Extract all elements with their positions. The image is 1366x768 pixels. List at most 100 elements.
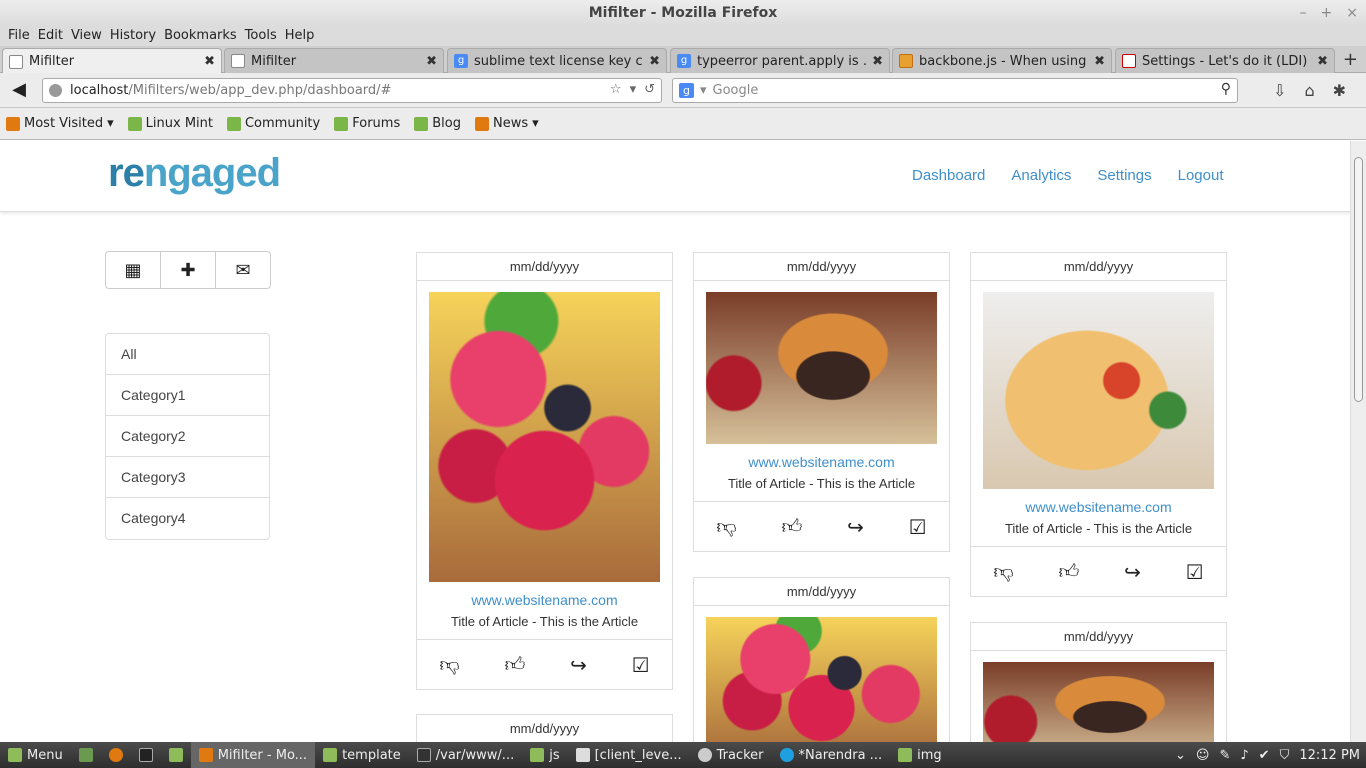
nav-settings[interactable]: Settings <box>1097 167 1151 184</box>
shield-icon[interactable]: ⛉ <box>1280 748 1290 763</box>
scrollbar-thumb[interactable] <box>1354 157 1363 402</box>
quicklaunch-terminal-icon[interactable] <box>131 742 161 768</box>
tab-backbone[interactable]: backbone.js - When using ... ✖ <box>892 48 1112 73</box>
quicklaunch-desktop-icon[interactable] <box>71 742 101 768</box>
bookmark-community[interactable]: Community <box>226 116 320 131</box>
category-4[interactable]: Category4 <box>106 498 269 539</box>
bookmark-news[interactable]: News ▾ <box>474 116 539 131</box>
logo[interactable]: rengaged <box>108 151 281 196</box>
share-icon[interactable]: ↪ <box>847 515 864 539</box>
addon-icon[interactable]: ✱ <box>1333 81 1346 100</box>
task-firefox[interactable]: Mifilter - Mo... <box>190 742 316 768</box>
thumbs-up-icon[interactable]: 👍︎ <box>504 652 525 677</box>
category-all[interactable]: All <box>106 334 269 375</box>
task-skype[interactable]: *Narendra ... <box>772 742 891 768</box>
article-site-link[interactable]: www.websitename.com <box>417 592 672 608</box>
menu-help[interactable]: Help <box>281 26 319 46</box>
maximize-icon[interactable]: + <box>1321 0 1333 26</box>
task-var-www[interactable]: /var/www/... <box>409 742 522 768</box>
start-menu-button[interactable]: Menu <box>0 742 71 768</box>
share-icon[interactable]: ↪ <box>1124 560 1141 584</box>
quicklaunch-firefox-icon[interactable] <box>101 742 131 768</box>
close-tab-icon[interactable]: ✖ <box>426 54 437 69</box>
reload-icon[interactable]: ↺ <box>644 82 655 97</box>
tab-typeerror[interactable]: g typeerror parent.apply is ... ✖ <box>670 48 890 73</box>
article-site-link[interactable]: www.websitename.com <box>694 454 949 470</box>
menu-tools[interactable]: Tools <box>241 26 281 46</box>
menu-file[interactable]: File <box>4 26 34 46</box>
quicklaunch-files-icon[interactable] <box>161 742 191 768</box>
article-image[interactable] <box>983 662 1214 742</box>
card-date: mm/dd/yyyy <box>971 253 1226 281</box>
checkbox-icon[interactable]: ☑ <box>1186 560 1204 584</box>
bookmark-linux-mint[interactable]: Linux Mint <box>127 116 213 131</box>
close-icon[interactable]: × <box>1346 0 1358 26</box>
task-template[interactable]: template <box>315 742 409 768</box>
task-client-level[interactable]: [client_leve... <box>568 742 690 768</box>
bookmark-forums[interactable]: Forums <box>334 116 400 131</box>
close-tab-icon[interactable]: ✖ <box>1094 54 1105 69</box>
star-icon[interactable]: ☆ <box>610 82 622 97</box>
plus-icon[interactable]: ✚ <box>161 252 216 288</box>
thumbs-up-icon[interactable]: 👍︎ <box>781 514 802 539</box>
menu-edit[interactable]: Edit <box>34 26 67 46</box>
menu-view[interactable]: View <box>67 26 106 46</box>
pen-icon[interactable]: ✎ <box>1219 748 1230 763</box>
task-tracker[interactable]: Tracker <box>690 742 772 768</box>
url-bar[interactable]: localhost/Mifilters/web/app_dev.php/dash… <box>42 78 662 103</box>
nav-analytics[interactable]: Analytics <box>1011 167 1071 184</box>
bookmark-most-visited[interactable]: Most Visited ▾ <box>6 116 114 131</box>
tab-mifilter-1[interactable]: Mifilter ✖ <box>2 48 222 74</box>
tab-mifilter-2[interactable]: Mifilter ✖ <box>224 48 444 73</box>
network-icon[interactable]: ⌄ <box>1175 748 1186 763</box>
checkbox-icon[interactable]: ☑ <box>909 515 927 539</box>
volume-icon[interactable]: ♪ <box>1240 748 1248 763</box>
nav-logout[interactable]: Logout <box>1178 167 1224 184</box>
new-tab-icon[interactable]: + <box>1343 50 1358 70</box>
thumbs-down-icon[interactable]: 👎︎ <box>439 652 459 677</box>
close-tab-icon[interactable]: ✖ <box>1317 54 1328 69</box>
category-1[interactable]: Category1 <box>106 375 269 416</box>
bookmark-blog[interactable]: Blog <box>414 116 461 131</box>
share-icon[interactable]: ↪ <box>570 653 587 677</box>
grid-icon[interactable]: ▦ <box>106 252 161 288</box>
tab-sublime[interactable]: g sublime text license key cr... ✖ <box>447 48 667 73</box>
mint-icon <box>334 116 349 131</box>
menu-bookmarks[interactable]: Bookmarks <box>160 26 241 46</box>
google-icon: g <box>679 83 694 98</box>
task-img[interactable]: img <box>890 742 950 768</box>
globe-icon <box>49 84 62 97</box>
article-site-link[interactable]: www.websitename.com <box>971 499 1226 515</box>
home-icon[interactable]: ⌂ <box>1304 81 1314 100</box>
dropdown-icon[interactable]: ▾ <box>630 82 637 97</box>
search-icon[interactable]: ⚲ <box>1221 81 1231 97</box>
thumbs-down-icon[interactable]: 👎︎ <box>993 559 1013 584</box>
category-2[interactable]: Category2 <box>106 416 269 457</box>
article-image[interactable] <box>429 292 660 582</box>
menu-history[interactable]: History <box>106 26 160 46</box>
close-tab-icon[interactable]: ✖ <box>872 54 883 69</box>
article-image[interactable] <box>706 617 937 742</box>
search-bar[interactable]: g ▾ Google ⚲ <box>672 78 1238 103</box>
user-icon[interactable]: ☺ <box>1196 748 1210 763</box>
article-image[interactable] <box>983 292 1214 489</box>
minimize-icon[interactable]: – <box>1300 0 1307 26</box>
tab-settings-ldi[interactable]: Settings - Let's do it (LDI) ... ✖ <box>1115 48 1335 73</box>
clock[interactable]: 12:12 PM <box>1299 748 1360 763</box>
task-js[interactable]: js <box>522 742 567 768</box>
page-scrollbar[interactable] <box>1350 141 1366 742</box>
download-icon[interactable]: ⇩ <box>1273 81 1286 100</box>
dropdown-icon[interactable]: ▾ <box>700 83 707 98</box>
checkbox-icon[interactable]: ☑ <box>632 653 650 677</box>
envelope-icon[interactable]: ✉ <box>216 252 270 288</box>
close-tab-icon[interactable]: ✖ <box>204 54 215 69</box>
nav-dashboard[interactable]: Dashboard <box>912 167 985 184</box>
update-icon[interactable]: ✔ <box>1259 748 1270 763</box>
category-3[interactable]: Category3 <box>106 457 269 498</box>
article-image[interactable] <box>706 292 937 444</box>
terminal-icon <box>416 748 431 762</box>
thumbs-up-icon[interactable]: 👍︎ <box>1058 559 1079 584</box>
thumbs-down-icon[interactable]: 👎︎ <box>716 514 736 539</box>
back-arrow-icon[interactable]: ◀ <box>8 79 30 101</box>
close-tab-icon[interactable]: ✖ <box>649 54 660 69</box>
